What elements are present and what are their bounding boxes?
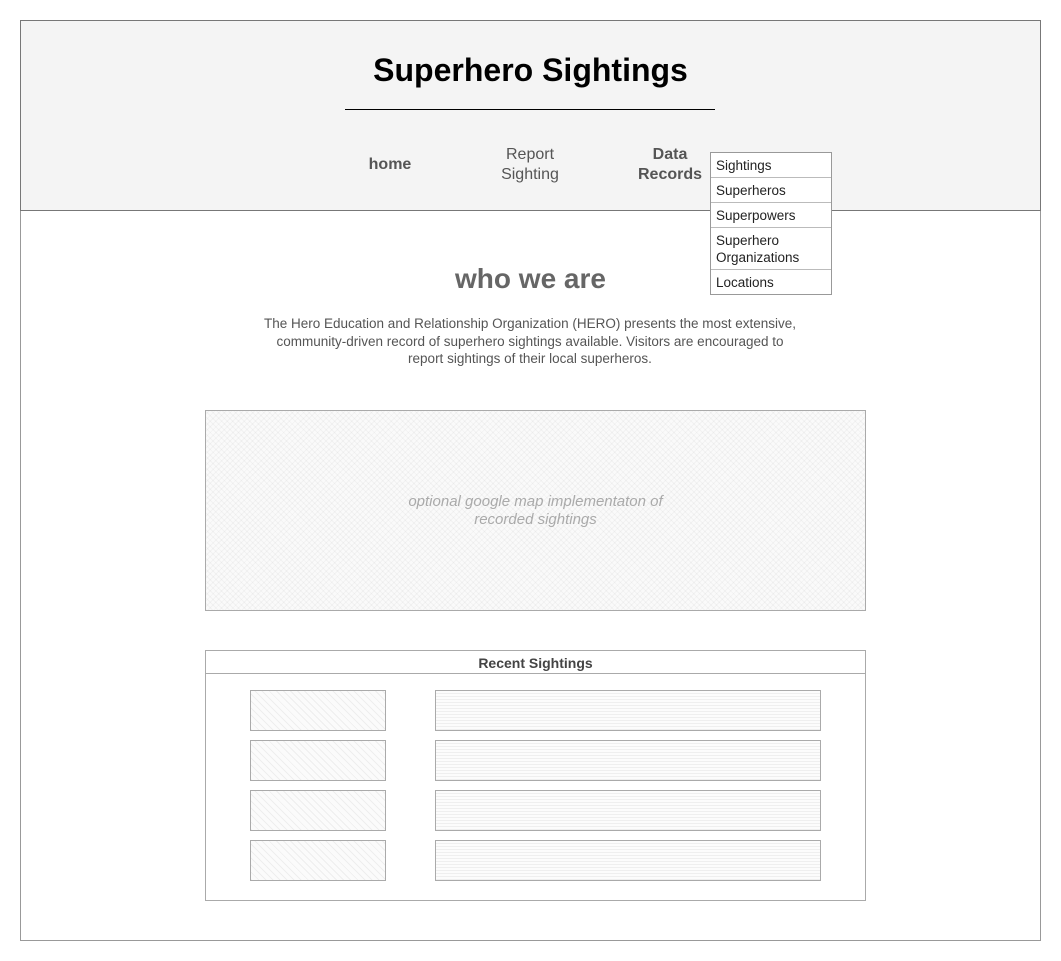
about-line-3: report sightings of their local superher…	[408, 351, 652, 366]
map-placeholder-line-1: optional google map implementaton of	[408, 493, 663, 510]
sighting-summary[interactable]	[435, 840, 821, 881]
sighting-thumbnail[interactable]	[250, 790, 386, 831]
dropdown-item-label: Sightings	[716, 158, 772, 173]
about-description: The Hero Education and Relationship Orga…	[245, 315, 815, 368]
dropdown-item-superpowers[interactable]: Superpowers	[711, 203, 831, 228]
nav-data-label-line2: Records	[637, 166, 703, 183]
sighting-summary[interactable]	[435, 690, 821, 731]
dropdown-item-label-line2: Organizations	[716, 250, 800, 265]
map-placeholder-text: optional google map implementaton of rec…	[386, 493, 686, 529]
dropdown-item-sightings[interactable]: Sightings	[711, 153, 831, 178]
recent-sightings-title: Recent Sightings	[206, 651, 865, 674]
dropdown-item-superhero-organizations[interactable]: Superhero Organizations	[711, 228, 831, 270]
nav-data-records-link[interactable]: Data Records	[620, 145, 720, 185]
sighting-summary[interactable]	[435, 740, 821, 781]
about-line-1: The Hero Education and Relationship Orga…	[263, 316, 797, 331]
sighting-thumbnail[interactable]	[250, 690, 386, 731]
nav-data-label-line1: Data	[652, 146, 688, 163]
dropdown-item-label: Superhero	[716, 233, 780, 248]
nav-home-label: home	[368, 156, 412, 173]
sighting-thumbnail[interactable]	[250, 740, 386, 781]
recent-sightings-panel: Recent Sightings	[205, 650, 866, 901]
dropdown-item-locations[interactable]: Locations	[711, 270, 831, 294]
sighting-thumbnail[interactable]	[250, 840, 386, 881]
nav-home-link[interactable]: home	[340, 155, 440, 175]
about-line-2: community-driven record of superhero sig…	[276, 333, 784, 349]
site-title: Superhero Sightings	[373, 52, 688, 88]
nav-report-sighting-link[interactable]: Report Sighting	[470, 145, 590, 185]
dropdown-item-label: Locations	[716, 275, 774, 290]
nav-report-label-line2: Sighting	[501, 166, 559, 183]
map-placeholder-line-2: recorded sightings	[474, 511, 597, 528]
nav-report-label-line1: Report	[505, 146, 555, 163]
title-divider	[345, 109, 715, 110]
dropdown-item-label: Superheros	[716, 183, 786, 198]
about-heading: who we are	[455, 263, 606, 294]
dropdown-item-label: Superpowers	[716, 208, 796, 223]
data-records-dropdown: Sightings Superheros Superpowers Superhe…	[710, 152, 832, 295]
sightings-map-placeholder[interactable]: optional google map implementaton of rec…	[205, 410, 866, 611]
dropdown-item-superheros[interactable]: Superheros	[711, 178, 831, 203]
sighting-summary[interactable]	[435, 790, 821, 831]
